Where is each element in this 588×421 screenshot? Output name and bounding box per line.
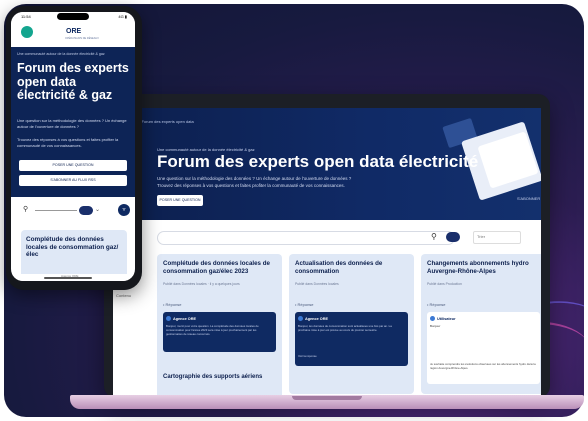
menu-icon[interactable] [21,26,33,38]
reply-body: Je souhaite comprendre les évolutions ob… [430,362,536,370]
topic-card[interactable]: Complétude des données locales de consom… [21,230,127,280]
hero-text: Trouvez des réponses à vos questions et … [157,183,345,188]
search-input[interactable] [35,210,77,211]
search-icon[interactable]: ⚲ [23,206,28,213]
topic-title[interactable]: Cartographie des supports aériens [163,374,262,380]
reply-text: Bonjour, les données de consommation son… [298,324,392,332]
reply-preview: Agence ORE Bonjour, les données de conso… [295,312,408,366]
filter-icon[interactable]: ▿ [118,204,130,216]
topic-meta: Publié dans Données locales [295,282,339,286]
chevron-down-icon[interactable]: ⌄ [95,206,100,213]
reply-link[interactable]: Voir la réponse [298,354,404,358]
page-title: Forum des experts open data électricité … [157,152,529,171]
ask-question-button[interactable]: POSER UNE QUESTION [157,195,203,206]
logo[interactable]: ORE [66,28,81,35]
topic-meta: Publié dans Données locales · il y a que… [163,282,240,286]
topic-card[interactable]: Changements abonnements hydro Auvergne-R… [421,254,541,394]
topic-card[interactable]: Actualisation des données de consommatio… [289,254,414,394]
topic-title[interactable]: Complétude des données locales de consom… [26,236,124,259]
home-indicator [44,277,92,279]
topic-title[interactable]: Complétude des données locales de consom… [163,260,278,275]
reply-preview: Utilisateur Bonjour Je souhaite comprend… [427,312,540,384]
side-label: Contenu [116,293,132,298]
sort-label: Trier [477,234,486,239]
avatar [166,316,171,321]
topic-title[interactable]: Actualisation des données de consommatio… [295,260,410,275]
status-time: 11:54 [21,14,31,19]
hero-text: Une question sur la méthodologie des don… [17,118,127,129]
avatar [298,316,303,321]
topic-tag: • Réponse [163,302,182,307]
ask-question-button[interactable]: POSER UNE QUESTION [19,160,127,171]
reply-author: Agence ORE [173,317,196,321]
avatar [430,316,435,321]
topic-card[interactable]: Cartographie des supports aériens [157,370,282,396]
hero-text: Trouvez des réponses à vos questions et … [17,137,119,148]
hero-text: Une question sur la méthodologie des don… [157,176,352,181]
topic-title[interactable]: Changements abonnements hydro Auvergne-R… [427,260,541,275]
topic-tag: • Réponse [295,302,314,307]
topic-tag: • Réponse [427,302,446,307]
laptop-notch [292,396,362,400]
reply-author: Agence ORE [305,317,328,321]
status-battery: 4G ▮ [118,14,127,19]
dynamic-island [57,13,89,20]
search-input[interactable] [157,231,455,245]
phone-screen: 11:54 4G ▮ ORE OPÉRATEURS DE RÉSEAUX Une… [11,12,135,281]
rss-subscribe-button[interactable]: S'ABONNER AU FLUX RSS [19,175,127,186]
hero-subline: Une communauté autour de la donnée élect… [17,52,105,56]
logo-subtitle: OPÉRATEURS DE RÉSEAUX [65,37,99,40]
phone-hero: Une communauté autour de la donnée élect… [11,47,135,197]
search-icon[interactable]: ⚲ [431,233,437,241]
page-title: Forum des experts open data électricité … [17,61,129,102]
filter-toggle[interactable] [79,206,93,215]
reply-text: Bonjour, merci pour votre question. La c… [166,324,259,336]
topic-meta: Publié dans Production [427,282,462,286]
forum-hero: Accueil · Forum des experts open data Un… [113,108,541,220]
subscribe-button[interactable]: S'ABONNER [517,196,540,201]
reply-author: Utilisateur [437,317,456,321]
filter-toggle[interactable] [446,232,460,242]
reply-preview: Agence ORE Bonjour, merci pour votre que… [163,312,276,352]
status-bar: 11:54 4G ▮ [11,12,135,21]
reply-text: Bonjour [430,324,441,328]
laptop-screen: Accueil · Forum des experts open data Un… [113,108,541,396]
